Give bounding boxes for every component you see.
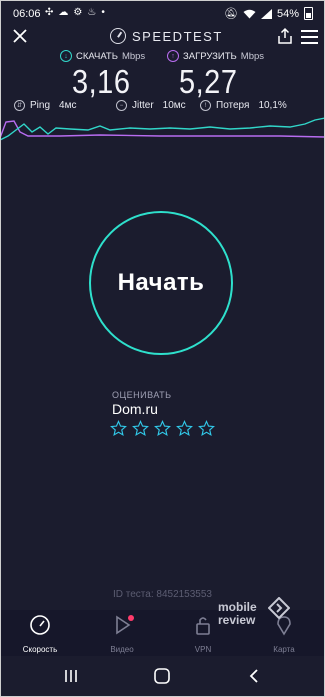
notification-icon: ♨ [87,7,97,18]
back-icon[interactable] [247,668,261,684]
upload-value: 5,27 [179,64,238,101]
jitter-label: Jitter [132,100,154,111]
upload-arrow-icon: ↑ [167,50,179,62]
nav-label-speed: Скорость [22,645,58,654]
loss-stat: ! Потеря 10,1% [200,100,287,111]
upload-panel: ↑ ЗАГРУЗИТЬ Mbps 5,27 [167,50,265,101]
download-unit: Mbps [121,50,146,62]
watermark-logo-icon [268,597,290,619]
recents-icon[interactable] [63,668,79,684]
nav-label-vpn: VPN [194,645,212,654]
upload-unit: Mbps [240,50,265,62]
app-brand: SPEEDTEST [110,28,223,44]
start-button[interactable]: Начать [89,211,233,355]
nav-label-map: Карта [273,645,295,654]
notification-icon: ✣ [45,7,54,18]
nav-label-video: Видео [110,645,134,654]
loss-icon: ! [200,100,211,111]
ping-stat: ⇵ Ping 4мс [14,100,76,111]
battery-percent: 54% [276,7,299,20]
notification-icons: ✣ ☁ ⚙ ♨ • [45,7,105,18]
download-arrow-icon: ↓ [60,50,72,62]
upload-label: ЗАГРУЗИТЬ [183,50,237,62]
status-right: 🔕︎ 54% [224,7,313,20]
ping-icon: ⇵ [14,100,25,111]
loss-value: 10,1% [258,100,287,111]
download-panel: ↓ СКАЧАТЬ Mbps 3,16 [60,50,146,101]
watermark: mobile review [218,597,298,631]
jitter-icon: − [116,100,127,111]
star-icon[interactable] [110,420,127,437]
dot-icon: • [101,7,105,18]
wifi-icon [243,9,256,18]
notification-icon: ⚙ [73,7,83,18]
speedometer-icon [30,615,50,635]
status-time: 06:06 [13,8,41,20]
star-icon[interactable] [198,420,215,437]
ping-label: Ping [30,100,51,111]
nav-item-video[interactable]: Видео [92,614,152,654]
star-icon[interactable] [176,420,193,437]
provider-name: Dom.ru [112,401,158,417]
home-icon[interactable] [153,668,171,684]
system-nav-bar [0,656,325,697]
download-value: 3,16 [72,64,131,101]
star-icon[interactable] [154,420,171,437]
jitter-value: 10мс [162,100,186,111]
download-label: СКАЧАТЬ [76,50,118,62]
nav-item-speed[interactable]: Скорость [10,614,70,654]
loss-label: Потеря [216,100,250,111]
app-header: SPEEDTEST [0,24,325,50]
speedometer-logo-icon [110,28,126,44]
mute-icon: 🔕︎ [224,8,238,20]
lock-icon [196,617,210,635]
battery-icon [304,7,313,20]
jitter-stat: − Jitter 10мс [116,100,186,111]
star-icon[interactable] [132,420,149,437]
start-button-label: Начать [117,269,205,296]
rating-stars [110,420,215,437]
ping-value: 4мс [59,100,77,111]
notification-badge [128,615,134,621]
status-bar: 06:06 ✣ ☁ ⚙ ♨ • 🔕︎ 54% [0,0,325,26]
brand-name: SPEEDTEST [132,28,223,44]
notification-icon: ☁ [58,7,69,18]
close-icon[interactable] [10,26,30,46]
rate-title: ОЦЕНИВАТЬ [112,390,172,400]
speed-graph [0,117,325,141]
upload-graph-line [0,120,325,139]
share-icon[interactable] [276,27,294,45]
watermark-line2: review [218,613,256,627]
menu-icon[interactable] [301,30,318,44]
signal-icon [260,8,272,19]
